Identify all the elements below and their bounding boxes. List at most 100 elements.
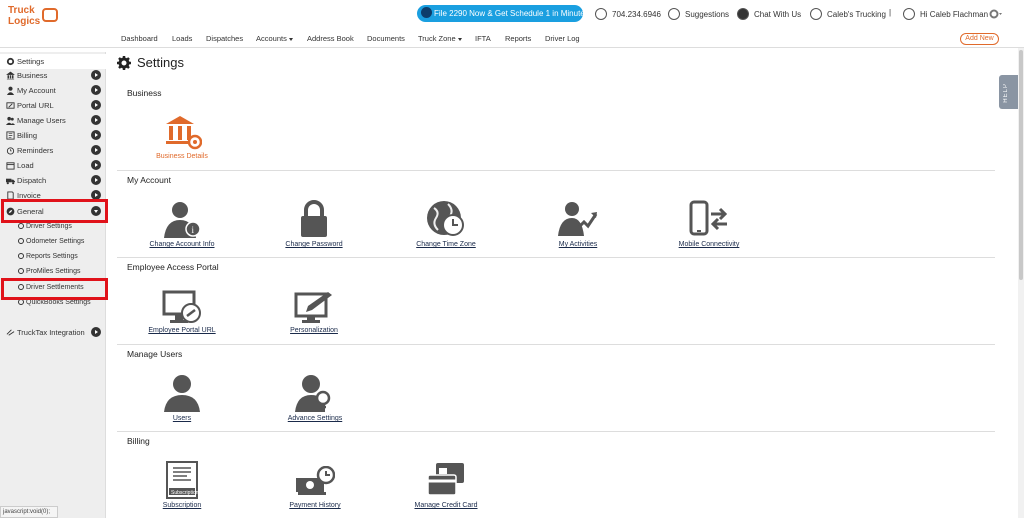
sidebar-item-load[interactable]: Load [0, 158, 106, 173]
subitem-label: Reports Settings [26, 253, 78, 260]
sidebar-item-my-account[interactable]: My Account [0, 83, 106, 98]
nav-truck-zone[interactable]: Truck Zone [418, 34, 462, 43]
bank-icon [6, 71, 15, 80]
promo-label: File 2290 Now & Get Schedule 1 in Minute… [434, 9, 583, 18]
sidebar-item-billing[interactable]: Billing [0, 128, 106, 143]
mobile-connectivity-tile[interactable]: Mobile Connectivity [674, 200, 744, 248]
gear-dropdown-icon[interactable] [989, 8, 1003, 20]
phone-number: 704.234.6946 [612, 9, 661, 19]
sidebar-item-dispatch[interactable]: Dispatch [0, 173, 106, 188]
alarm-clock-icon [6, 147, 15, 155]
sidebar-item-label: Manage Users [17, 116, 66, 125]
separator-text: | [889, 8, 892, 17]
subitem-label: Odometer Settings [26, 238, 85, 245]
globe-clock-icon [427, 201, 464, 236]
add-new-button[interactable]: Add New [960, 33, 999, 45]
sidebar-item-label: TruckTax Integration [17, 328, 85, 337]
subitem-label: ProMiles Settings [26, 268, 81, 275]
portal-icon [6, 102, 15, 109]
nav-accounts-label: Accounts [256, 34, 287, 43]
tile-label: My Activities [558, 241, 598, 248]
section-my-account-label: My Account [127, 175, 171, 185]
tile-label: Manage Credit Card [414, 502, 478, 509]
header-separator: | [889, 8, 891, 17]
chevron-right-icon [91, 85, 101, 95]
sidebar-item-label: My Account [17, 86, 56, 95]
sidebar-item-portal-url[interactable]: Portal URL [0, 98, 106, 113]
circle-icon [18, 223, 24, 229]
tile-label: Advance Settings [287, 415, 343, 422]
section-billing-label: Billing [127, 436, 150, 446]
change-password-tile[interactable]: Change Password [280, 200, 348, 248]
help-tab[interactable]: HELP [999, 75, 1018, 109]
sidebar-subitem-promiles-settings[interactable]: ProMiles Settings [18, 268, 80, 275]
sidebar-item-manage-users[interactable]: Manage Users [0, 113, 106, 128]
tile-label: Mobile Connectivity [678, 241, 740, 248]
nav-driver-log[interactable]: Driver Log [545, 34, 580, 43]
trucklogics-logo[interactable]: Truck Logics [7, 3, 59, 27]
my-activities-tile[interactable]: My Activities [550, 200, 606, 248]
nav-documents[interactable]: Documents [367, 34, 405, 43]
sidebar-item-business[interactable]: Business [0, 68, 106, 83]
sidebar-item-label: Reminders [17, 146, 54, 155]
sidebar-subitem-driver-settings[interactable]: Driver Settings [18, 223, 72, 230]
billing-icon [6, 131, 15, 140]
scrollbar-thumb[interactable] [1019, 50, 1023, 280]
sidebar-subitem-reports-settings[interactable]: Reports Settings [18, 253, 78, 260]
sidebar-subitem-odometer-settings[interactable]: Odometer Settings [18, 238, 84, 245]
sidebar-item-label: Business [17, 71, 48, 80]
payment-history-tile[interactable]: Payment History [286, 466, 344, 509]
subitem-label: QuickBooks Settings [26, 299, 91, 306]
sidebar-subitem-quickbooks-settings[interactable]: QuickBooks Settings [18, 299, 91, 306]
manage-credit-card-tile[interactable]: Manage Credit Card [411, 462, 481, 509]
business-details-tile[interactable]: Business Details [152, 114, 212, 160]
monitor-edit-icon [294, 292, 332, 323]
users-icon [6, 116, 15, 125]
nav-reports[interactable]: Reports [505, 34, 531, 43]
personalization-tile[interactable]: Personalization [282, 290, 346, 334]
company-link[interactable]: Caleb's Trucking [810, 8, 886, 20]
user-menu[interactable]: Hi Caleb Flachman [903, 8, 988, 20]
suggestions-link[interactable]: Suggestions [668, 8, 729, 20]
user-icon [903, 8, 915, 20]
gear-icon [6, 57, 15, 66]
credit-cards-icon [427, 463, 464, 496]
sidebar-item-trucktax-integration[interactable]: TruckTax Integration [0, 325, 106, 340]
file-2290-promo-button[interactable]: File 2290 Now & Get Schedule 1 in Minute… [417, 5, 583, 22]
chevron-right-icon [91, 100, 101, 110]
nav-address-book[interactable]: Address Book [307, 34, 354, 43]
change-account-info-tile[interactable]: i Change Account Info [144, 200, 220, 248]
subscription-tile[interactable]: Subscription Subscription [156, 461, 208, 509]
money-clock-icon [296, 466, 335, 495]
page-title: Settings [117, 55, 184, 70]
sidebar-header-settings[interactable]: Settings [0, 54, 106, 69]
page-scrollbar[interactable] [1018, 48, 1024, 518]
chat-label: Chat With Us [754, 9, 802, 19]
building-icon [810, 8, 822, 20]
chevron-right-icon [91, 145, 101, 155]
sidebar-item-reminders[interactable]: Reminders [0, 143, 106, 158]
nav-ifta[interactable]: IFTA [475, 34, 491, 43]
nav-dispatches[interactable]: Dispatches [206, 34, 243, 43]
nav-loads[interactable]: Loads [172, 34, 192, 43]
monitor-link-icon [162, 290, 201, 323]
nav-dashboard[interactable]: Dashboard [121, 34, 158, 43]
top-header: Truck Logics File 2290 Now & Get Schedul… [0, 0, 1024, 30]
tile-label: Employee Portal URL [148, 327, 216, 334]
tile-label: Users [172, 415, 192, 422]
section-employee-portal-label: Employee Access Portal [127, 262, 219, 272]
tile-label: Change Time Zone [416, 241, 476, 248]
nav-accounts[interactable]: Accounts [256, 34, 293, 43]
logo-text-truck: Truck [8, 5, 35, 16]
tile-label: Personalization [290, 327, 338, 334]
sidebar-item-label: Portal URL [17, 101, 54, 110]
employee-portal-url-tile[interactable]: Employee Portal URL [145, 290, 219, 334]
users-tile[interactable]: Users [162, 374, 202, 422]
circle-icon [18, 268, 24, 274]
company-name: Caleb's Trucking [827, 9, 886, 19]
advance-settings-tile[interactable]: Advance Settings [284, 374, 346, 422]
change-time-zone-tile[interactable]: Change Time Zone [410, 200, 482, 248]
chat-link[interactable]: Chat With Us [737, 8, 801, 20]
phone-link[interactable]: 704.234.6946 [595, 8, 661, 20]
truck-icon [6, 178, 15, 185]
